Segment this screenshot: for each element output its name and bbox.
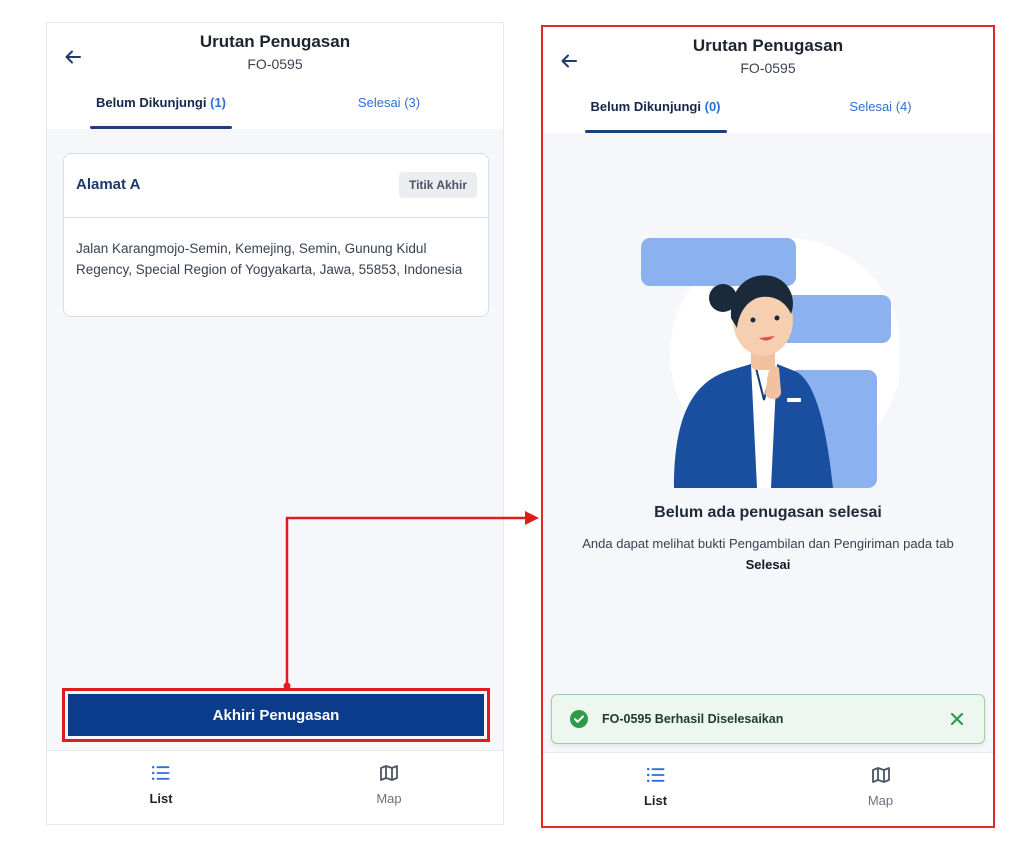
flow-arrow bbox=[283, 511, 539, 690]
